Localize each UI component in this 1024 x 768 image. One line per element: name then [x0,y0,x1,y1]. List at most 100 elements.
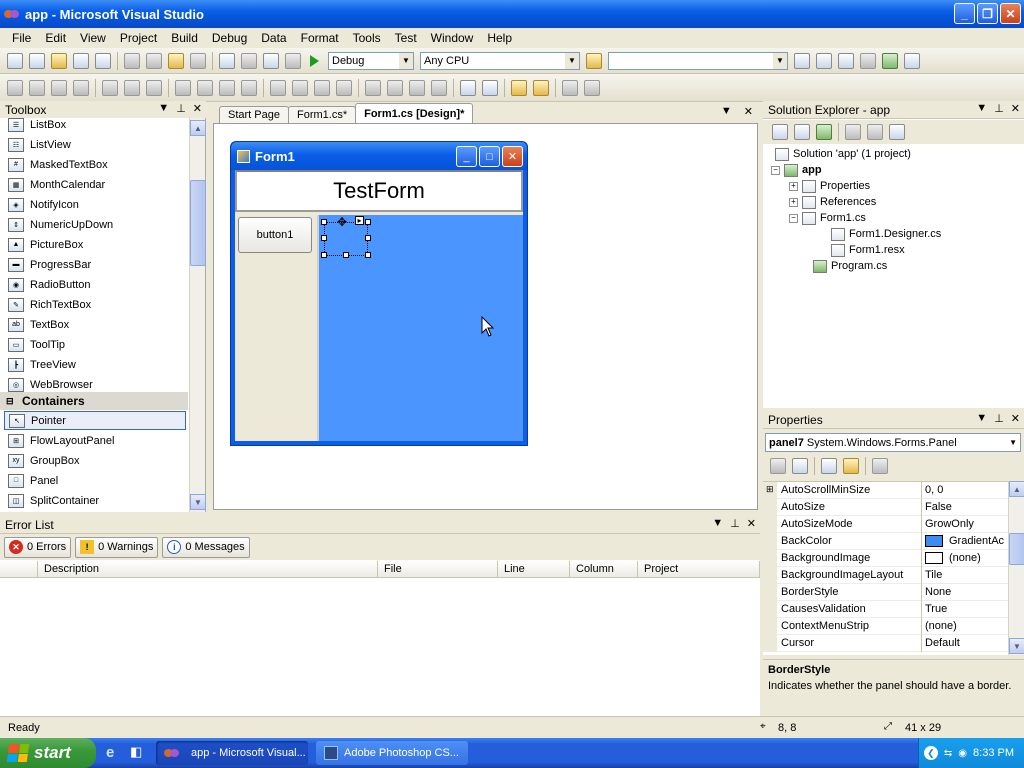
dropdown-icon[interactable]: ▼ [976,102,987,115]
find-combo[interactable]: ▼ [608,51,788,70]
alphabetical-icon[interactable] [792,458,808,474]
clock[interactable]: 8:33 PM [973,747,1014,759]
minimize-button[interactable]: _ [954,3,975,24]
align-lefts-icon[interactable] [29,79,45,96]
pin-icon[interactable]: ⊥ [994,102,1004,115]
make-same-width-icon[interactable] [175,79,191,96]
align-to-grid-icon[interactable] [7,79,23,96]
remove-h-spacing-icon[interactable] [336,79,352,96]
toolbox-item-listview[interactable]: ☷ ListView [4,135,186,154]
redo-icon[interactable] [241,52,257,69]
move-glyph-icon[interactable]: ✥ [337,215,347,229]
property-pages-icon[interactable] [872,458,888,474]
size-to-grid-icon[interactable] [197,79,213,96]
properties-icon[interactable] [772,124,788,140]
collapse-icon[interactable]: − [789,213,798,223]
toolbox-item-tooltip[interactable]: ▭ ToolTip [4,335,186,354]
add-item-icon[interactable] [29,52,45,69]
scroll-down-arrow[interactable]: ▼ [1009,638,1024,654]
tab-order-icon[interactable] [562,79,578,96]
errors-filter-button[interactable]: ✕ 0 Errors [4,536,72,558]
find-in-files-icon[interactable] [586,52,602,69]
toolbox-item-notifyicon[interactable]: ◈ NotifyIcon [4,195,186,214]
refresh-icon[interactable] [816,124,832,140]
copy-icon[interactable] [146,52,162,69]
menu-data[interactable]: Data [254,31,293,45]
internet-explorer-icon[interactable]: e [106,744,114,761]
form1-window[interactable]: Form1 _ □ ✕ TestForm button1 ✥ ▸ [230,141,528,446]
scroll-up-arrow[interactable]: ▲ [190,120,206,136]
tab-form1-design[interactable]: Form1.cs [Design]* [355,103,474,123]
menu-view[interactable]: View [73,31,113,45]
menu-debug[interactable]: Debug [205,31,254,45]
menu-file[interactable]: File [5,31,38,45]
navigate-backward-icon[interactable] [263,52,279,69]
resize-handle[interactable] [365,219,371,225]
toolbox-icon[interactable] [860,52,876,69]
form-button1[interactable]: button1 [238,217,312,253]
toolbox-item-flowlayoutpanel[interactable]: ⊞ FlowLayoutPanel [4,431,186,450]
warnings-filter-button[interactable]: ! 0 Warnings [75,536,159,558]
new-project-icon[interactable] [7,52,23,69]
form-maximize-button[interactable]: □ [479,146,500,167]
property-row[interactable]: Cursor Default [763,635,1008,652]
vertical-spacing-icon[interactable] [365,79,381,96]
toolbox-item-monthcalendar[interactable]: ▦ MonthCalendar [4,175,186,194]
collapse-icon[interactable]: − [771,165,780,175]
column-header-column[interactable]: Column [570,561,638,578]
make-same-size-icon[interactable] [241,79,257,96]
toolbox-item-pointer[interactable]: ↖ Pointer [4,411,186,430]
send-to-back-icon[interactable] [533,79,549,96]
pin-icon[interactable]: ⊥ [176,102,186,115]
resize-handle[interactable] [321,219,327,225]
tab-list-icon[interactable]: ▼ [721,105,732,118]
navigate-forward-icon[interactable] [285,52,301,69]
configuration-select[interactable]: Debug ▼ [328,51,414,70]
property-row[interactable]: BorderStyle None [763,584,1008,601]
menu-edit[interactable]: Edit [38,31,73,45]
property-row[interactable]: BackColor GradientAc [763,533,1008,550]
lock-controls-icon[interactable] [584,79,600,96]
view-class-diagram-icon[interactable] [889,124,905,140]
column-header-project[interactable]: Project [638,561,760,578]
expand-icon[interactable]: + [789,181,798,191]
events-icon[interactable] [843,458,859,474]
start-page-icon[interactable] [882,52,898,69]
decrease-v-spacing-icon[interactable] [409,79,425,96]
toolbox-item-listbox[interactable]: ☰ ListBox [4,115,186,134]
form-close-button[interactable]: ✕ [502,146,523,167]
tree-solution[interactable]: Solution 'app' (1 project) [775,146,911,162]
properties-scrollbar[interactable]: ▲ ▼ [1008,481,1024,655]
cut-icon[interactable] [124,52,140,69]
close-icon[interactable]: ✕ [1011,412,1020,425]
resize-handle[interactable] [365,252,371,258]
toolbox-item-maskedtextbox[interactable]: # MaskedTextBox [4,155,186,174]
property-row[interactable]: AutoSize False [763,499,1008,516]
properties-view-icon[interactable] [821,458,837,474]
toolbox-item-groupbox[interactable]: xy GroupBox [4,451,186,470]
property-row[interactable]: ⊞ AutoScrollMinSize 0, 0 [763,482,1008,499]
task-visual-studio[interactable]: app - Microsoft Visual... [156,741,308,765]
scroll-up-arrow[interactable]: ▲ [1009,481,1024,497]
close-icon[interactable]: ✕ [747,517,756,530]
form-minimize-button[interactable]: _ [456,146,477,167]
align-middles-icon[interactable] [124,79,140,96]
tree-references[interactable]: + References [789,194,876,210]
toolbox-scrollbar[interactable]: ▲ ▼ [189,118,206,512]
close-document-icon[interactable]: ✕ [744,105,753,118]
menu-tools[interactable]: Tools [346,31,388,45]
menu-test[interactable]: Test [388,31,424,45]
tree-form1-designer[interactable]: Form1.Designer.cs [831,226,941,242]
column-header-line[interactable]: Line [498,561,570,578]
align-centers-icon[interactable] [51,79,67,96]
toolbox-category-containers[interactable]: ⊟ Containers [0,392,188,410]
dropdown-icon[interactable]: ▼ [158,102,169,115]
align-rights-icon[interactable] [73,79,89,96]
menu-help[interactable]: Help [480,31,519,45]
object-selector[interactable]: panel7 System.Windows.Forms.Panel ▼ [765,433,1021,452]
start-button[interactable]: start [0,738,96,768]
form-panel7[interactable]: ✥ ▸ [317,215,523,441]
form-header-label[interactable]: TestForm [235,170,523,212]
object-browser-icon[interactable] [838,52,854,69]
messages-filter-button[interactable]: i0 Messages [162,536,250,558]
